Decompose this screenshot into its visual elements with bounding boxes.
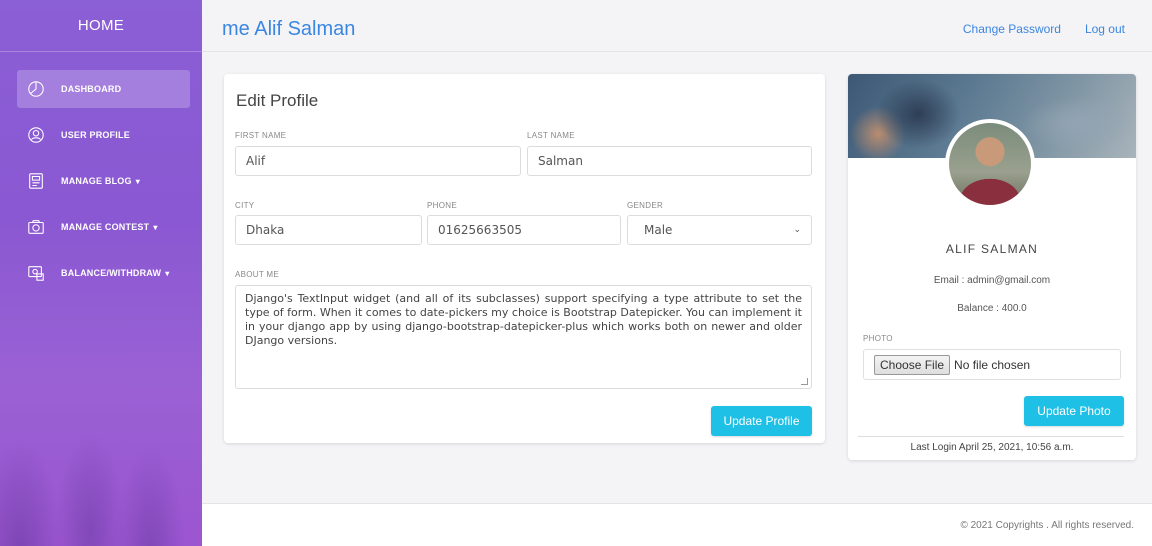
sidebar-item-label: USER PROFILE: [61, 130, 130, 140]
change-password-link[interactable]: Change Password: [963, 22, 1061, 36]
profile-balance: Balance : 400.0: [957, 303, 1027, 314]
edit-profile-card: Edit Profile FIRST NAME Alif LAST NAME S…: [224, 74, 825, 443]
photo-label: PHOTO: [863, 334, 893, 343]
photo-file-input: Choose File No file chosen: [863, 349, 1121, 380]
sidebar-item-label: BALANCE/WITHDRAW: [61, 268, 162, 278]
sidebar-item-user-profile[interactable]: USER PROFILE: [17, 116, 190, 154]
divider: [858, 436, 1124, 437]
logout-link[interactable]: Log out: [1085, 22, 1125, 36]
last-name-field[interactable]: Salman: [527, 146, 812, 176]
profile-card: ALIF SALMAN Email : admin@gmail.com Bala…: [848, 74, 1136, 460]
chevron-down-icon: ▾: [153, 222, 158, 232]
user-icon: [27, 126, 45, 144]
sidebar-brand-home[interactable]: HOME: [0, 0, 202, 52]
copyright-text: © 2021 Copyrights . All rights reserved.: [960, 520, 1134, 531]
about-me-text: Django's TextInput widget (and all of it…: [245, 292, 802, 347]
footer: © 2021 Copyrights . All rights reserved.: [202, 503, 1152, 546]
about-me-label: ABOUT ME: [235, 270, 280, 279]
last-name-label: LAST NAME: [527, 131, 575, 140]
sidebar: HOME DASHBOARD USER PROFILE MANAGE BLOG …: [0, 0, 202, 546]
blog-icon: [27, 172, 45, 190]
welcome-title: me Alif Salman: [222, 18, 356, 40]
sidebar-item-manage-blog[interactable]: MANAGE BLOG ▾: [17, 162, 190, 200]
chevron-down-icon: ⌄: [793, 225, 801, 235]
sidebar-item-balance-withdraw[interactable]: BALANCE/WITHDRAW ▾: [17, 254, 190, 292]
about-me-textarea[interactable]: Django's TextInput widget (and all of it…: [235, 285, 812, 389]
choose-file-button[interactable]: Choose File: [874, 354, 951, 375]
profile-email: Email : admin@gmail.com: [933, 275, 1051, 286]
gender-select[interactable]: Male ⌄: [627, 215, 812, 245]
top-navbar: me Alif Salman Change Password Log out: [202, 0, 1152, 52]
top-links: Change Password Log out: [963, 22, 1125, 36]
phone-label: PHONE: [427, 201, 457, 210]
avatar: [945, 119, 1035, 209]
update-photo-button[interactable]: Update Photo: [1024, 396, 1124, 426]
sidebar-item-label: DASHBOARD: [61, 84, 122, 94]
dashboard-icon: [27, 80, 45, 98]
city-field[interactable]: Dhaka: [235, 215, 422, 245]
chevron-down-icon: ▾: [165, 268, 170, 278]
first-name-label: FIRST NAME: [235, 131, 287, 140]
gender-label: GENDER: [627, 201, 664, 210]
city-label: CITY: [235, 201, 255, 210]
resize-grip-icon[interactable]: [801, 378, 808, 385]
sidebar-nav: DASHBOARD USER PROFILE MANAGE BLOG ▾ MAN…: [17, 70, 190, 300]
phone-field[interactable]: 01625663505: [427, 215, 621, 245]
chevron-down-icon: ▾: [135, 176, 140, 186]
sidebar-item-label: MANAGE CONTEST: [61, 222, 150, 232]
last-login-text: Last Login April 25, 2021, 10:56 a.m.: [910, 442, 1074, 453]
update-profile-button[interactable]: Update Profile: [711, 406, 812, 436]
sidebar-item-dashboard[interactable]: DASHBOARD: [17, 70, 190, 108]
profile-name: ALIF SALMAN: [945, 242, 1039, 256]
sidebar-item-manage-contest[interactable]: MANAGE CONTEST ▾: [17, 208, 190, 246]
wallet-icon: [27, 264, 45, 282]
gender-selected-value: Male: [644, 223, 673, 237]
first-name-field[interactable]: Alif: [235, 146, 521, 176]
sidebar-item-label: MANAGE BLOG: [61, 176, 132, 186]
edit-profile-title: Edit Profile: [236, 91, 319, 110]
no-file-chosen-text: No file chosen: [954, 357, 1031, 372]
camera-icon: [27, 218, 45, 236]
